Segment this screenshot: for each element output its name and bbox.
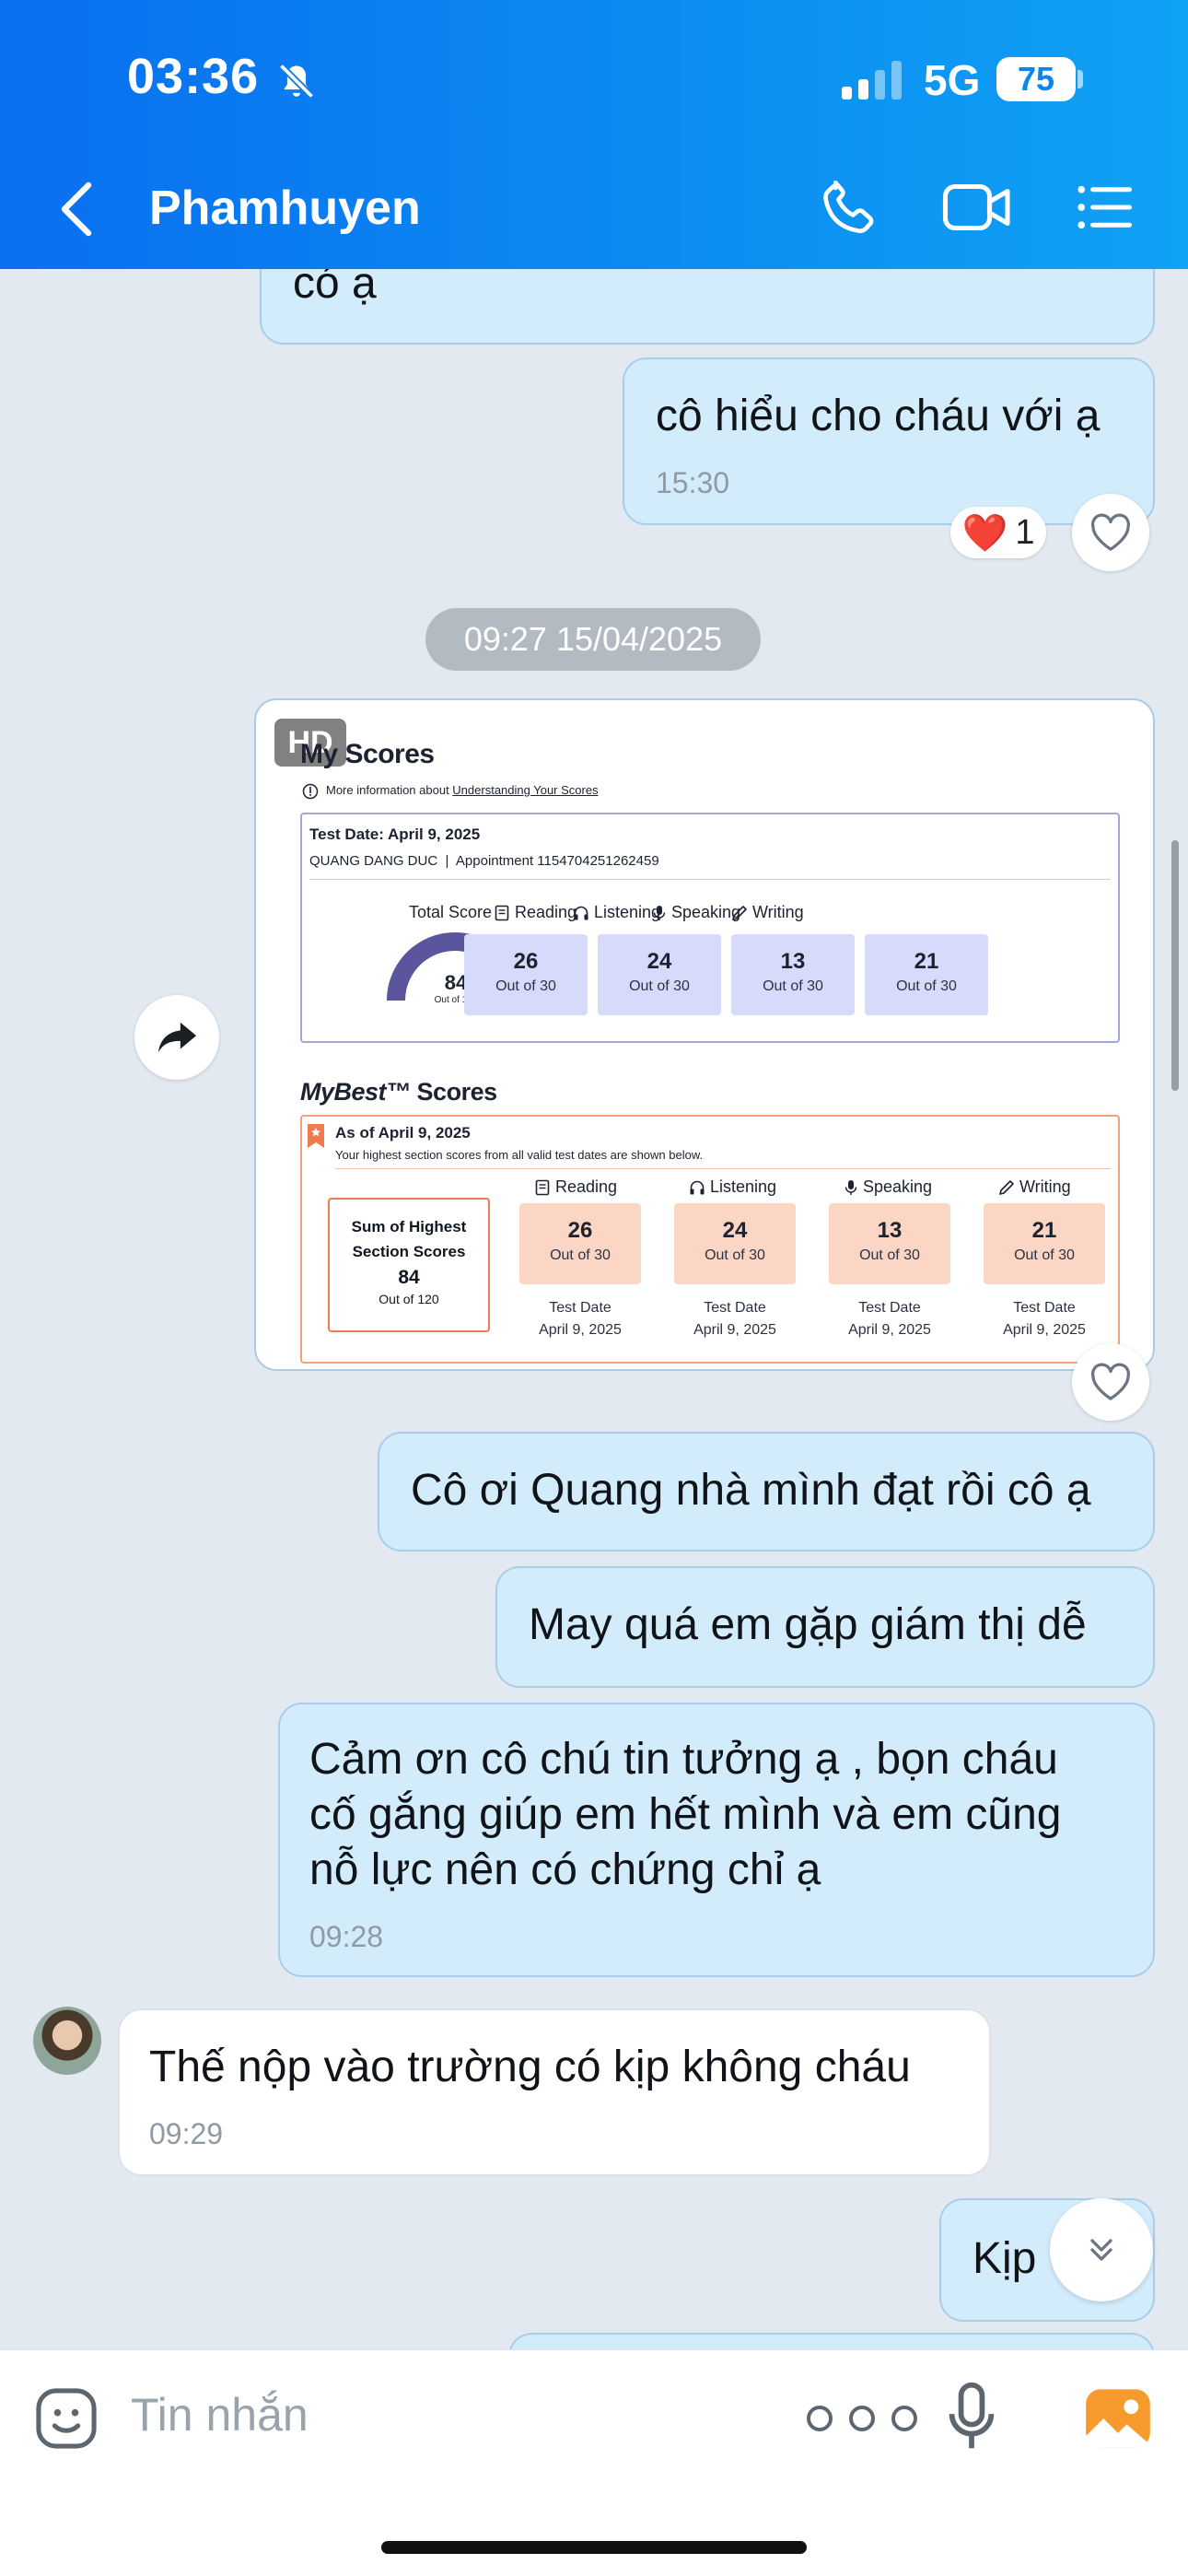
mybest-title: MyBest™ Scores xyxy=(300,1078,497,1106)
pencil-icon xyxy=(732,905,747,920)
heart-reaction-icon: ❤️ xyxy=(961,512,1008,554)
double-chevron-down-icon xyxy=(1090,2239,1112,2261)
info-text: More information about xyxy=(326,783,453,797)
best-listening-tile: 24 Out of 30 xyxy=(674,1203,796,1284)
book-icon xyxy=(495,905,509,920)
best-reading-date: Test Date April 9, 2025 xyxy=(539,1300,622,1338)
forward-button[interactable] xyxy=(134,995,219,1080)
scroll-to-bottom-button[interactable] xyxy=(1050,2198,1153,2301)
writing-score-tile: 21 Out of 30 xyxy=(865,934,988,1015)
reading-score-tile: 26 Out of 30 xyxy=(464,934,588,1015)
candidate-line: QUANG DANG DUC | Appointment 11547042512… xyxy=(309,853,659,869)
contact-name[interactable]: Phamhuyen xyxy=(149,181,421,236)
date-separator: 09:27 15/04/2025 xyxy=(425,608,761,671)
signal-icon xyxy=(842,59,902,100)
battery-icon: 75 xyxy=(996,57,1076,101)
silent-bell-icon xyxy=(278,63,315,100)
chat-header-overlay: 03:36 5G 75 Phamhuyen xyxy=(0,0,1188,269)
back-icon[interactable] xyxy=(55,180,99,239)
as-of-date: As of April 9, 2025 xyxy=(335,1124,471,1142)
home-indicator[interactable] xyxy=(381,2541,807,2554)
writing-label: Writing xyxy=(731,903,804,922)
as-of-note: Your highest section scores from all val… xyxy=(335,1148,704,1162)
chat-area[interactable]: có ạ cô hiểu cho cháu với ạ 15:30 ❤️ 1 0… xyxy=(0,0,1188,2349)
message-text: Cảm ơn cô chú tin tưởng ạ , bọn cháu cố … xyxy=(309,1735,1062,1894)
phone-icon[interactable] xyxy=(818,175,882,240)
speaking-score-tile: 13 Out of 30 xyxy=(731,934,855,1015)
reading-label: Reading xyxy=(494,903,577,922)
info-link: Understanding Your Scores xyxy=(452,783,599,797)
heart-outline-icon xyxy=(1090,513,1131,551)
message-text: Kịp xyxy=(973,2234,1037,2283)
share-arrow-icon xyxy=(157,1022,197,1053)
menu-list-icon[interactable] xyxy=(1074,175,1135,240)
reaction-count: 1 xyxy=(1015,512,1035,552)
listening-score-tile: 24 Out of 30 xyxy=(598,934,721,1015)
total-score-label: Total Score xyxy=(409,903,493,921)
best-reading-tile: 26 Out of 30 xyxy=(519,1203,641,1284)
microphone-icon xyxy=(653,905,666,920)
video-call-icon[interactable] xyxy=(941,175,1013,240)
message-text: Cô ơi Quang nhà mình đạt rồi cô ạ xyxy=(411,1466,1091,1515)
best-speaking-tile: 13 Out of 30 xyxy=(829,1203,950,1284)
scrollbar[interactable] xyxy=(1171,840,1179,1091)
best-writing-date: Test Date April 9, 2025 xyxy=(1003,1300,1086,1338)
message-text: May quá em gặp giám thị dễ xyxy=(529,1600,1087,1649)
microphone-icon[interactable] xyxy=(945,2380,998,2453)
speaking-label: Speaking xyxy=(652,903,740,922)
image-message[interactable]: HD My Scores More information about Unde… xyxy=(254,698,1155,1371)
scores-panel: Test Date: April 9, 2025 QUANG DANG DUC … xyxy=(300,813,1120,1043)
sum-highest-scores: Sum of Highest Section Scores 84 Out of … xyxy=(328,1198,490,1332)
best-speaking-date: Test Date April 9, 2025 xyxy=(848,1300,931,1338)
outgoing-message[interactable] xyxy=(508,2333,1155,2349)
book-icon xyxy=(535,1179,550,1195)
heart-outline-icon xyxy=(1090,1363,1131,1400)
input-placeholder: Tin nhắn xyxy=(131,2389,309,2441)
react-heart-button[interactable] xyxy=(1072,1343,1149,1421)
react-heart-button[interactable] xyxy=(1072,494,1149,571)
headphones-icon xyxy=(574,906,588,919)
best-listening-date: Test Date April 9, 2025 xyxy=(693,1300,776,1338)
microphone-icon xyxy=(844,1179,857,1195)
sticker-emoji-icon[interactable] xyxy=(31,2383,101,2453)
headphones-icon xyxy=(690,1180,705,1194)
message-text: cô hiểu cho cháu với ạ xyxy=(656,392,1101,440)
message-time: 09:28 xyxy=(309,1920,384,1953)
report-title: My Scores xyxy=(300,739,435,769)
gallery-image-icon[interactable] xyxy=(1083,2383,1153,2453)
listening-label: Listening xyxy=(573,903,660,922)
message-text: Thế nộp vào trường có kịp không cháu xyxy=(149,2043,911,2091)
reaction-badge[interactable]: ❤️ 1 xyxy=(950,507,1046,558)
info-icon xyxy=(302,783,319,800)
contact-avatar[interactable] xyxy=(33,2007,101,2075)
message-time: 15:30 xyxy=(656,466,730,499)
test-date: Test Date: April 9, 2025 xyxy=(309,825,481,843)
message-time: 09:29 xyxy=(149,2117,224,2150)
pencil-icon xyxy=(999,1179,1014,1195)
more-options-icon[interactable] xyxy=(801,2396,923,2441)
best-writing-tile: 21 Out of 30 xyxy=(984,1203,1105,1284)
star-bookmark-icon xyxy=(308,1124,324,1148)
